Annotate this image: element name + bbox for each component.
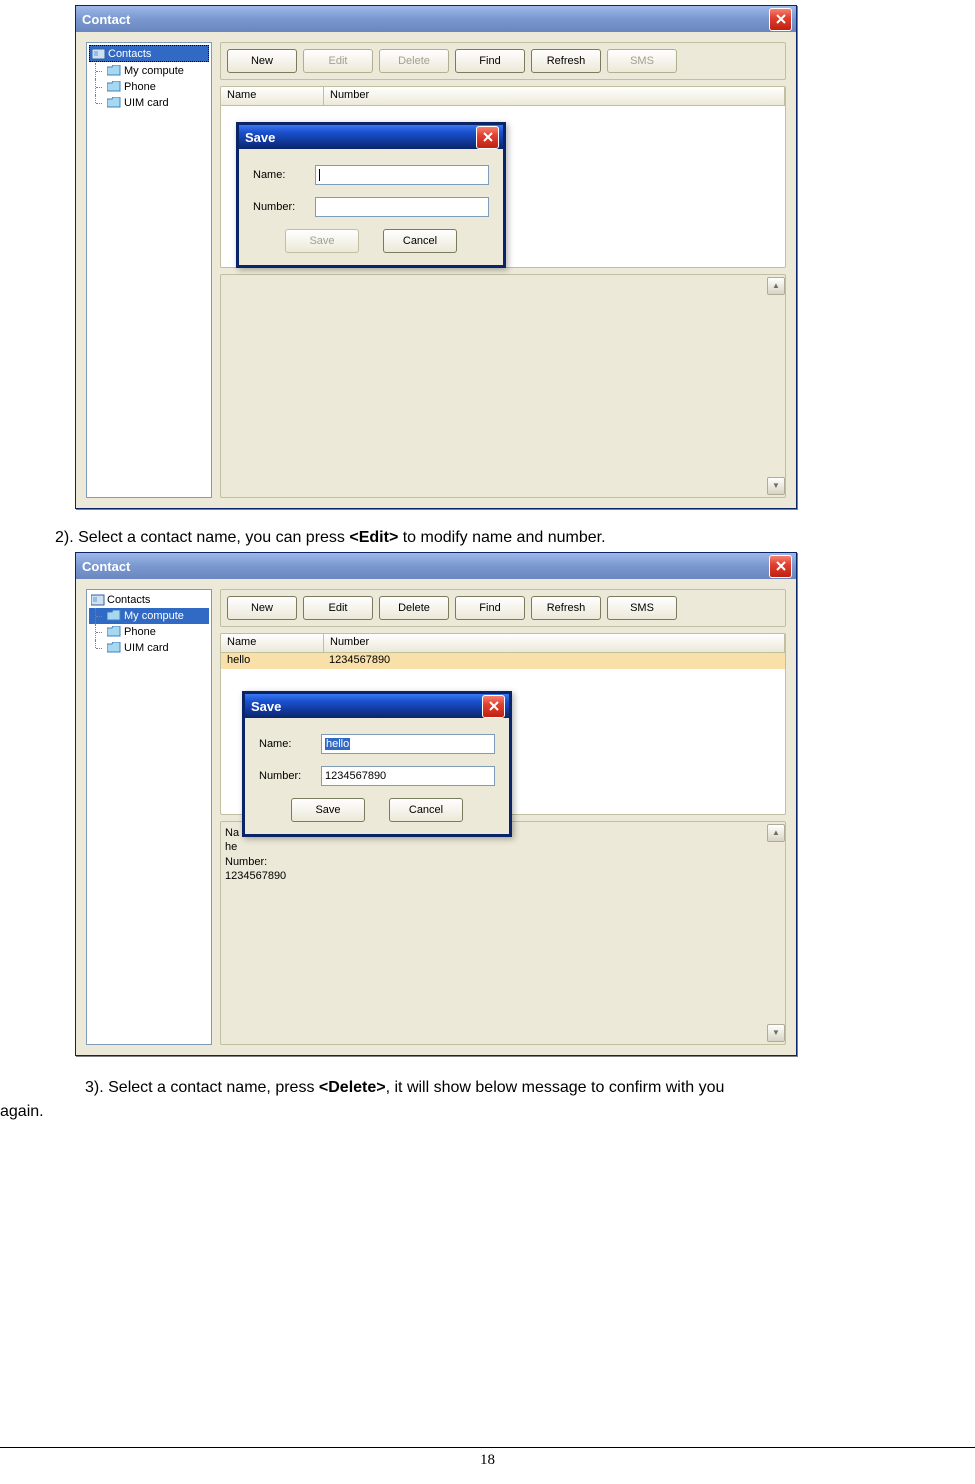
close-icon[interactable] [482, 695, 505, 718]
detail-name-value: he [225, 841, 237, 853]
detail-name-label: Na [225, 827, 239, 839]
refresh-button[interactable]: Refresh [531, 596, 601, 620]
number-value: 1234567890 [325, 770, 386, 782]
window-body: Contacts My compute Phone [76, 32, 796, 508]
tree-child-phone[interactable]: Phone [89, 624, 209, 640]
tree-child-mycompute[interactable]: My compute [89, 608, 209, 624]
tree-label: Phone [124, 626, 156, 638]
folder-icon [107, 97, 121, 109]
page-number: 18 [0, 1447, 975, 1469]
tree-root-contacts[interactable]: Contacts [89, 592, 209, 607]
cancel-button[interactable]: Cancel [389, 798, 463, 822]
toolbar: New Edit Delete Find Refresh SMS [220, 42, 786, 80]
row-number: 1234567890 [323, 653, 785, 669]
number-input[interactable] [315, 197, 489, 217]
save-button[interactable]: Save [291, 798, 365, 822]
name-label: Name: [253, 169, 305, 181]
new-button[interactable]: New [227, 49, 297, 73]
tree-label: UIM card [124, 642, 169, 654]
titlebar: Contact [76, 553, 796, 579]
number-label: Number: [253, 201, 305, 213]
detail-panel: ▲ ▼ [220, 274, 786, 498]
save-dialog: Save Name: Number: Save [236, 122, 506, 268]
caption-3: 3). Select a contact name, press <Delete… [0, 1056, 975, 1124]
name-value: hello [325, 738, 350, 750]
number-input[interactable]: 1234567890 [321, 766, 495, 786]
tree-root-label: Contacts [107, 594, 150, 606]
titlebar: Contact [76, 6, 796, 32]
name-input[interactable] [315, 165, 489, 185]
tree-label: My compute [124, 65, 184, 77]
save-button: Save [285, 229, 359, 253]
window-body: Contacts My compute Phone [76, 579, 796, 1055]
close-icon[interactable] [769, 8, 792, 31]
edit-button[interactable]: Edit [303, 596, 373, 620]
scroll-up-icon[interactable]: ▲ [767, 277, 785, 295]
scrollbar[interactable]: ▲ ▼ [767, 277, 783, 495]
save-dialog: Save Name: hello Number: [242, 691, 512, 837]
folder-icon [107, 81, 121, 93]
edit-button: Edit [303, 49, 373, 73]
close-icon[interactable] [476, 126, 499, 149]
detail-panel: Na he Number: 1234567890 ▲ ▼ [220, 821, 786, 1045]
contacts-icon [92, 48, 106, 60]
name-input[interactable]: hello [321, 734, 495, 754]
folder-icon [107, 642, 121, 654]
list-row[interactable]: hello 1234567890 [221, 653, 785, 669]
window-title: Contact [82, 559, 769, 574]
scroll-down-icon[interactable]: ▼ [767, 477, 785, 495]
delete-button: Delete [379, 49, 449, 73]
col-number[interactable]: Number [324, 87, 785, 105]
sms-button: SMS [607, 49, 677, 73]
delete-button[interactable]: Delete [379, 596, 449, 620]
tree-child-phone[interactable]: Phone [89, 79, 209, 95]
scrollbar[interactable]: ▲ ▼ [767, 824, 783, 1042]
tree-panel: Contacts My compute Phone [86, 42, 212, 498]
caption-2: 2). Select a contact name, you can press… [0, 509, 975, 552]
right-pane: New Edit Delete Find Refresh SMS Name Nu… [220, 42, 786, 498]
detail-number-label: Number: [225, 856, 267, 868]
save-title: Save [245, 130, 476, 145]
tree-root-contacts[interactable]: Contacts [89, 45, 209, 62]
tree-child-mycompute[interactable]: My compute [89, 63, 209, 79]
tree-child-uim[interactable]: UIM card [89, 95, 209, 111]
save-title: Save [251, 699, 482, 714]
detail-number-value: 1234567890 [225, 870, 286, 882]
save-body: Name: Number: Save Cancel [239, 149, 503, 265]
col-name[interactable]: Name [221, 87, 324, 105]
row-name: hello [221, 653, 323, 669]
contacts-icon [91, 594, 105, 606]
col-number[interactable]: Number [324, 634, 785, 652]
tree-label: My compute [124, 610, 184, 622]
window-title: Contact [82, 12, 769, 27]
scroll-up-icon[interactable]: ▲ [767, 824, 785, 842]
tree-panel: Contacts My compute Phone [86, 589, 212, 1045]
tree-label: Phone [124, 81, 156, 93]
name-label: Name: [259, 738, 311, 750]
close-icon[interactable] [769, 555, 792, 578]
scroll-down-icon[interactable]: ▼ [767, 1024, 785, 1042]
save-body: Name: hello Number: 1234567890 Save Canc [245, 718, 509, 834]
folder-icon [107, 65, 121, 77]
find-button[interactable]: Find [455, 49, 525, 73]
save-titlebar: Save [245, 694, 509, 718]
tree-label: UIM card [124, 97, 169, 109]
number-label: Number: [259, 770, 311, 782]
folder-icon [107, 626, 121, 638]
list-header: Name Number [221, 634, 785, 653]
col-name[interactable]: Name [221, 634, 324, 652]
tree-root-label: Contacts [108, 48, 151, 60]
find-button[interactable]: Find [455, 596, 525, 620]
contact-window-1: Contact Contacts My compute [75, 5, 797, 509]
save-titlebar: Save [239, 125, 503, 149]
sms-button[interactable]: SMS [607, 596, 677, 620]
tree-child-uim[interactable]: UIM card [89, 640, 209, 656]
refresh-button[interactable]: Refresh [531, 49, 601, 73]
contact-window-2: Contact Contacts My compute [75, 552, 797, 1056]
new-button[interactable]: New [227, 596, 297, 620]
folder-icon [107, 610, 121, 622]
toolbar: New Edit Delete Find Refresh SMS [220, 589, 786, 627]
list-header: Name Number [221, 87, 785, 106]
cancel-button[interactable]: Cancel [383, 229, 457, 253]
